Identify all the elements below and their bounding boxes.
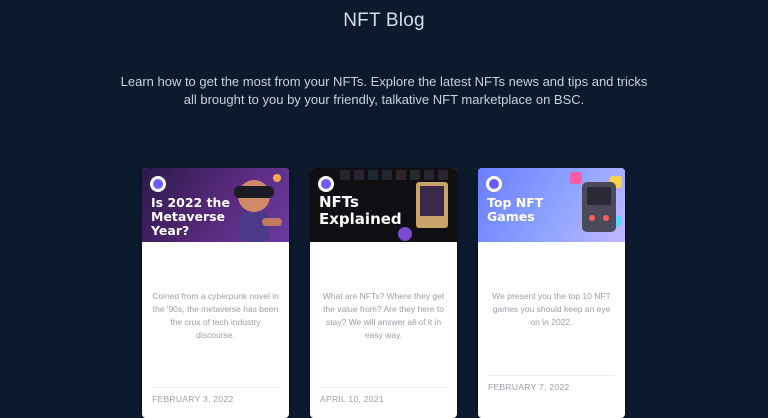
card-banner: NFTs Explained <box>310 168 457 242</box>
card-banner-title: NFTs Explained <box>319 194 407 228</box>
banner-line: Top NFT <box>487 195 544 210</box>
intro-line-2: all brought to you by your friendly, tal… <box>183 92 585 107</box>
card-description: What are NFTs? Where they get the value … <box>322 291 445 340</box>
card-banner-title: Top NFT Games <box>487 196 575 224</box>
blog-card-nfts-explained[interactable]: NFTs Explained What are NFTs? Where they… <box>310 168 457 418</box>
card-banner: Is 2022 the Metaverse Year? <box>142 168 289 242</box>
intro-line-1: Learn how to get the most from your NFTs… <box>120 74 648 89</box>
card-banner-title: Is 2022 the Metaverse Year? <box>151 196 239 238</box>
card-banner: Top NFT Games <box>478 168 625 242</box>
card-date: FEBRUARY 7, 2022 <box>488 375 615 392</box>
banner-line: Is 2022 the <box>151 195 230 210</box>
card-date: APRIL 10, 2021 <box>320 387 447 404</box>
banner-line: Games <box>487 209 535 224</box>
blog-card-top-nft-games[interactable]: Top NFT Games We present you the top 10 … <box>478 168 625 418</box>
banner-line: NFTs <box>319 193 359 211</box>
intro-text: Learn how to get the most from your NFTs… <box>0 73 768 109</box>
banner-line: Year? <box>151 223 190 238</box>
card-date: FEBRUARY 3, 2022 <box>152 387 279 404</box>
blog-card-metaverse[interactable]: Is 2022 the Metaverse Year? Coined from … <box>142 168 289 418</box>
banner-line: Metaverse <box>151 209 226 224</box>
banner-line: Explained <box>319 210 402 228</box>
card-description: Coined from a cyberpunk novel in the '90… <box>152 291 279 340</box>
page-title: NFT Blog <box>343 10 425 31</box>
card-description: We present you the top 10 NFT games you … <box>492 291 611 327</box>
